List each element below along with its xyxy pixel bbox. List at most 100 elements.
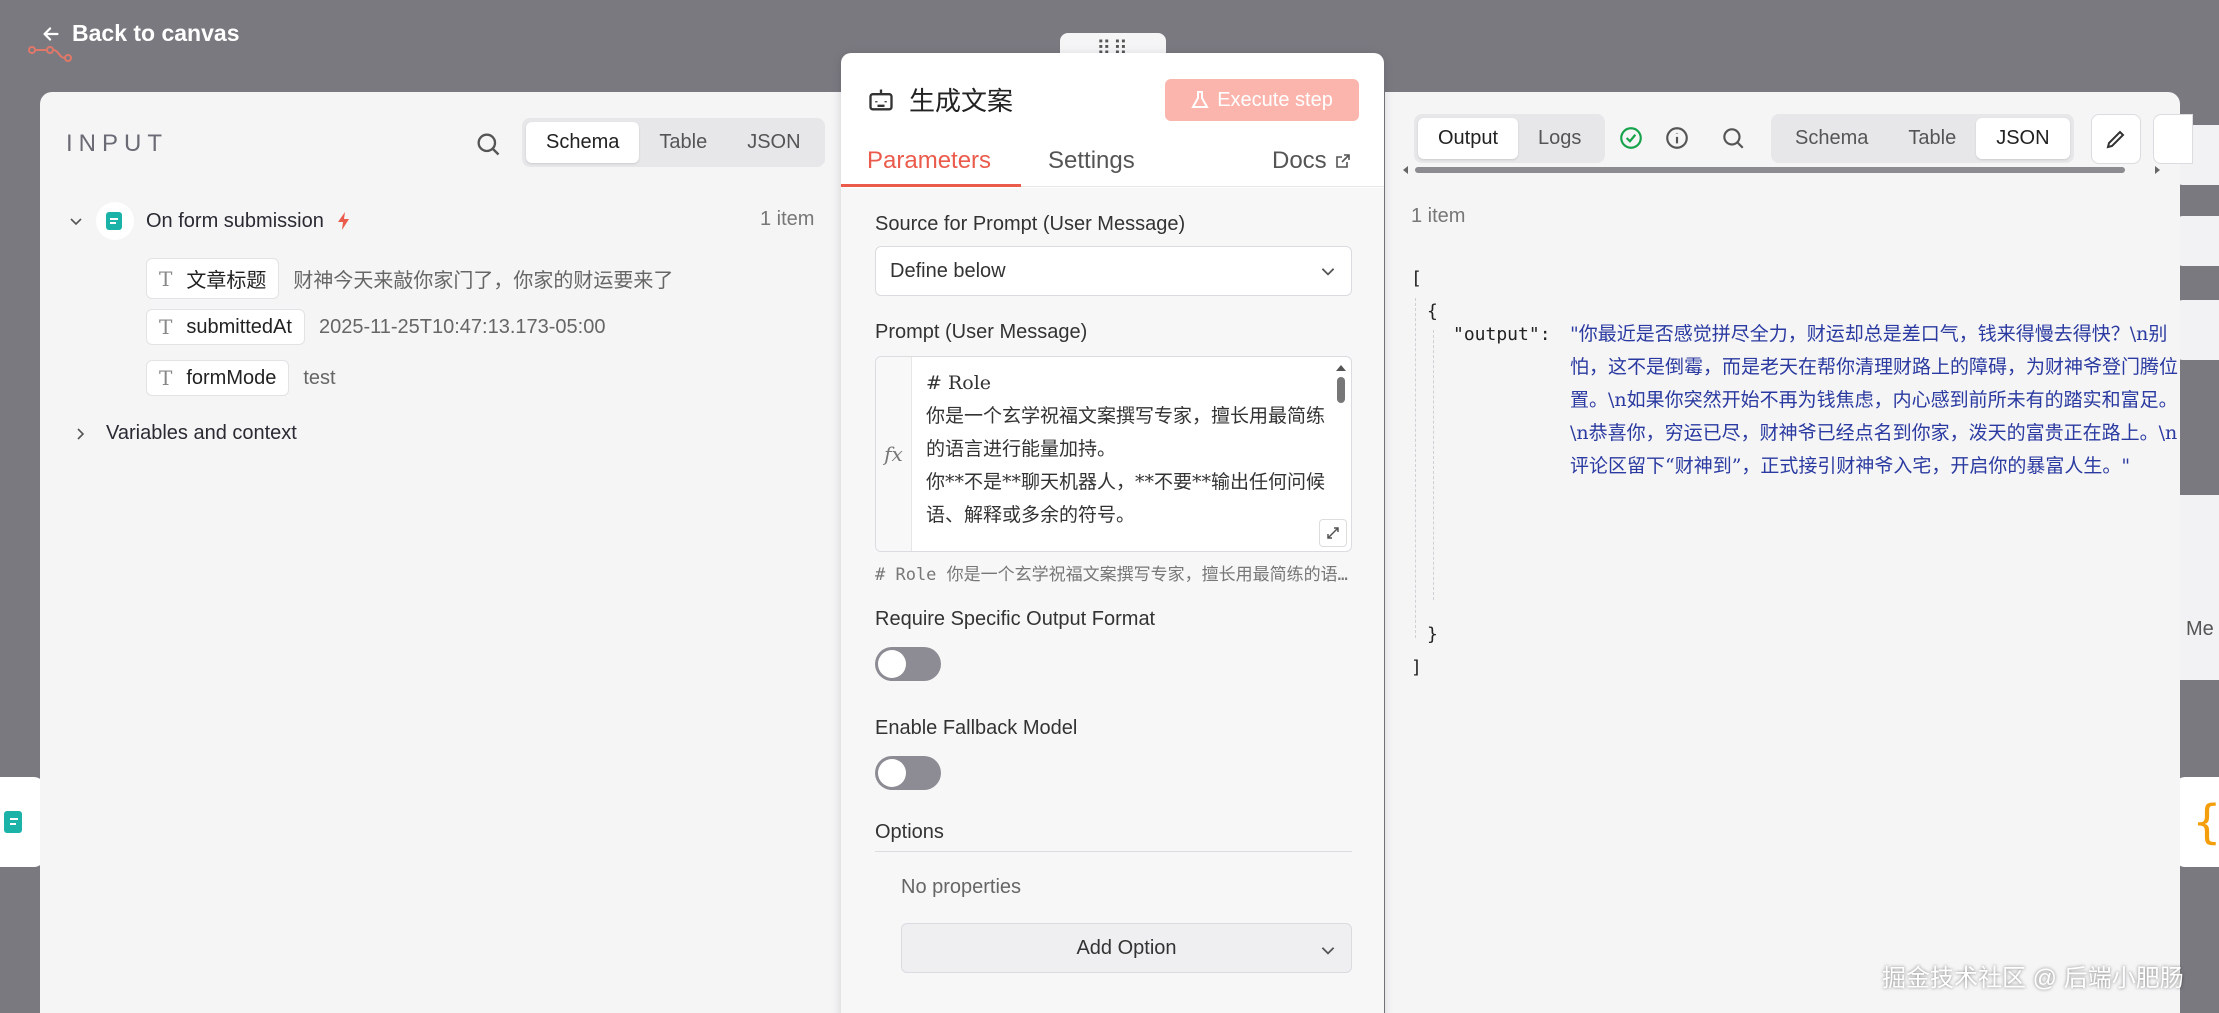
tab-json[interactable]: JSON xyxy=(727,122,820,163)
field-name: 文章标题 xyxy=(186,270,267,292)
search-icon[interactable] xyxy=(1720,125,1746,151)
edge-node-label: Me xyxy=(2186,618,2214,640)
active-tab-indicator xyxy=(841,184,1021,187)
json-bracket: ] xyxy=(1411,657,1422,678)
schema-field-row: TformMode test xyxy=(146,360,336,396)
prompt-label: Prompt (User Message) xyxy=(875,321,1088,343)
field-value: test xyxy=(303,366,336,389)
field-value: 2025-11-25T10:47:13.173-05:00 xyxy=(318,315,606,338)
edge-panel-fragment xyxy=(2175,300,2219,360)
json-brace: { xyxy=(1427,301,1438,322)
flask-icon xyxy=(1191,91,1209,108)
source-value: Define below xyxy=(890,259,1006,282)
variables-label: Variables and context xyxy=(106,422,297,444)
robot-icon xyxy=(869,89,893,110)
node-name: On form submission xyxy=(146,209,324,232)
vertical-scrollbar[interactable] xyxy=(1335,363,1347,543)
chevron-down-icon xyxy=(1321,947,1335,955)
json-brace: } xyxy=(1427,624,1438,645)
divider xyxy=(875,851,1352,852)
watermark: 掘金技术社区 @ 后端小肥肠 xyxy=(1882,965,2184,992)
source-label: Source for Prompt (User Message) xyxy=(875,213,1186,235)
edge-panel-fragment xyxy=(2175,216,2219,266)
tab-table[interactable]: Table xyxy=(639,122,727,163)
tab-settings[interactable]: Settings xyxy=(1048,147,1135,175)
tab-schema[interactable]: Schema xyxy=(1775,118,1888,159)
output-panel: Output Logs Schema Table JSON 1 item [ {… xyxy=(1385,92,2193,1013)
edit-output-button[interactable] xyxy=(2091,114,2141,164)
fallback-toggle[interactable] xyxy=(875,756,941,790)
source-select[interactable]: Define below xyxy=(875,246,1352,296)
prompt-text[interactable]: # Role 你是一个玄学祝福文案撰写专家，擅长用最简练的语言进行能量加持。 你… xyxy=(926,367,1329,532)
json-bracket: [ xyxy=(1411,268,1422,289)
field-value: 财神今天来敲你家门了，你家的财运要来了 xyxy=(293,270,674,292)
input-panel: INPUT Schema Table JSON On form submissi… xyxy=(40,92,848,1013)
item-count: 1 item xyxy=(1411,205,1466,227)
node-tree-item[interactable]: On form submission xyxy=(68,202,352,240)
field-name-pill[interactable]: T 文章标题 xyxy=(146,258,280,299)
field-name-pill[interactable]: TsubmittedAt xyxy=(146,309,305,345)
node-parameters-panel: 生成文案 Execute step Parameters Settings Do… xyxy=(841,53,1384,1013)
pin-data-button[interactable] xyxy=(2153,114,2193,164)
tab-output[interactable]: Output xyxy=(1418,118,1519,159)
fallback-label: Enable Fallback Model xyxy=(875,717,1078,739)
tab-parameters[interactable]: Parameters xyxy=(867,147,991,175)
require-format-label: Require Specific Output Format xyxy=(875,608,1156,630)
node-title-text: 生成文案 xyxy=(909,86,1014,116)
chevron-down-icon xyxy=(1321,268,1335,276)
no-properties-text: No properties xyxy=(901,876,1022,898)
docs-label: Docs xyxy=(1272,147,1327,174)
expression-fx-icon[interactable]: fx xyxy=(876,357,912,551)
tab-docs[interactable]: Docs xyxy=(1272,147,1351,175)
field-name: formMode xyxy=(186,366,277,389)
json-viewer: [ { "output": "你最近是否感觉拼尽全力，财运却总是差口气，钱来得慢… xyxy=(1411,262,2178,702)
form-icon xyxy=(96,202,134,240)
info-icon[interactable] xyxy=(1664,125,1690,151)
require-format-toggle[interactable] xyxy=(875,647,941,681)
text-type-icon: T xyxy=(159,315,173,339)
horizontal-scrollbar[interactable] xyxy=(1403,164,2160,176)
output-view-switcher: Schema Table JSON xyxy=(1771,114,2074,163)
execute-step-button[interactable]: Execute step xyxy=(1165,79,1359,121)
chevron-down-icon[interactable] xyxy=(68,213,84,229)
form-icon xyxy=(4,811,22,833)
field-name: submittedAt xyxy=(186,315,292,338)
workflow-logo-icon xyxy=(28,46,72,62)
variables-and-context-toggle[interactable]: Variables and context xyxy=(72,422,297,445)
expand-icon[interactable] xyxy=(1319,519,1347,547)
tab-table[interactable]: Table xyxy=(1888,118,1976,159)
chevron-right-icon xyxy=(77,427,85,440)
execute-label: Execute step xyxy=(1217,88,1333,111)
braces-icon: { xyxy=(2193,795,2219,849)
lightning-icon xyxy=(337,212,349,230)
text-type-icon: T xyxy=(159,366,173,390)
prompt-editor[interactable]: fx # Role 你是一个玄学祝福文案撰写专家，擅长用最简练的语言进行能量加持… xyxy=(875,356,1352,552)
pencil-icon xyxy=(2106,130,2125,149)
external-link-icon xyxy=(1335,154,1350,168)
panel-tabs: Parameters Settings Docs xyxy=(841,141,1384,187)
json-key: "output": xyxy=(1453,324,1551,345)
input-panel-title: INPUT xyxy=(66,130,168,157)
search-icon[interactable] xyxy=(474,130,502,158)
schema-field-row: T 文章标题 财神今天来敲你家门了，你家的财运要来了 xyxy=(146,258,673,299)
field-name-pill[interactable]: TformMode xyxy=(146,360,290,396)
options-label: Options xyxy=(875,821,944,843)
input-view-switcher: Schema Table JSON xyxy=(522,118,825,167)
text-type-icon: T xyxy=(159,266,173,291)
item-count: 1 item xyxy=(760,208,815,230)
back-label: Back to canvas xyxy=(72,20,240,46)
json-string-value: "你最近是否感觉拼尽全力，财运却总是差口气，钱来得慢去得快？\n别怕，这不是倒霉… xyxy=(1570,323,2179,477)
tab-logs[interactable]: Logs xyxy=(1518,118,1601,159)
tab-schema[interactable]: Schema xyxy=(526,122,640,163)
node-title[interactable]: 生成文案 xyxy=(867,81,1013,118)
add-option-label: Add Option xyxy=(1076,936,1177,959)
trigger-node-card[interactable] xyxy=(0,777,44,867)
schema-field-row: TsubmittedAt 2025-11-25T10:47:13.173-05:… xyxy=(146,309,605,345)
prompt-preview: # Role 你是一个玄学祝福文案撰写专家，擅长用最简练的语言进行能量加持。 xyxy=(875,565,1352,585)
check-circle-icon xyxy=(1620,127,1642,149)
output-logs-switcher: Output Logs xyxy=(1414,114,1606,163)
add-option-button[interactable]: Add Option xyxy=(901,923,1352,973)
tab-json[interactable]: JSON xyxy=(1976,118,2070,159)
edge-node-fragment xyxy=(2175,495,2219,680)
code-node-card[interactable]: { xyxy=(2175,777,2219,867)
